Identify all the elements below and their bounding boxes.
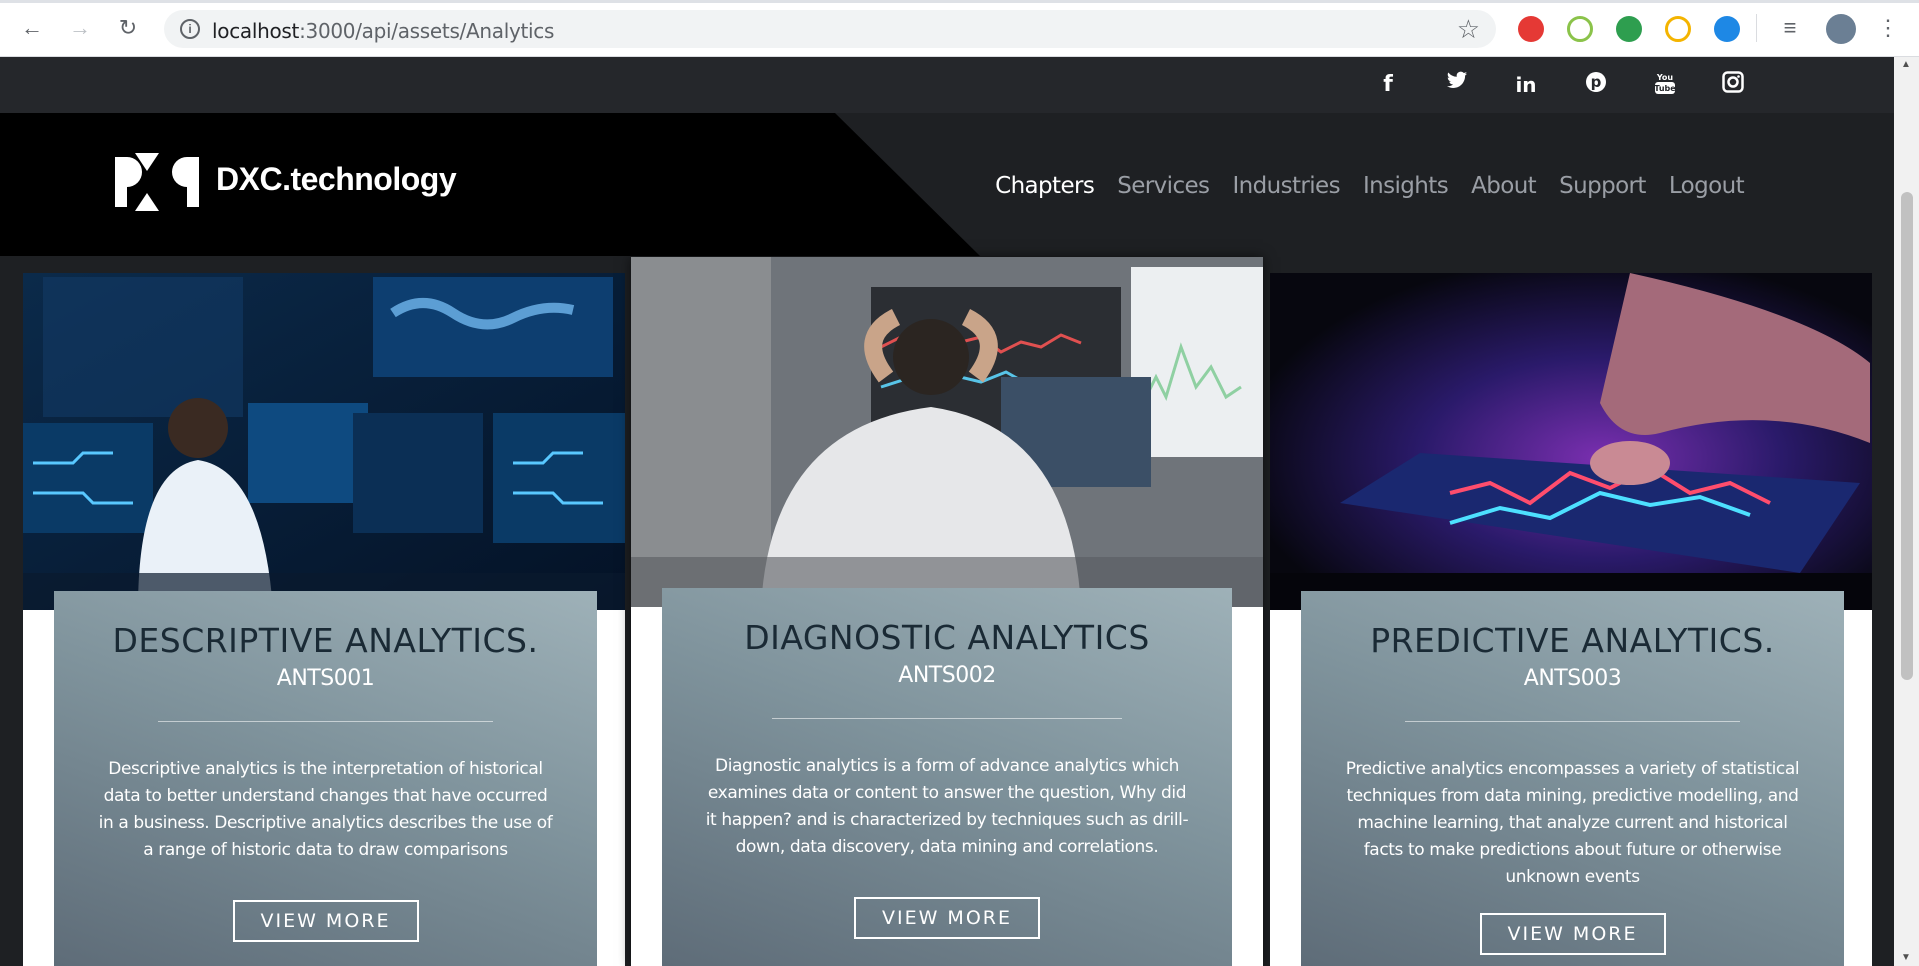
reload-icon[interactable]: ↻	[114, 14, 142, 42]
card-description: Descriptive analytics is the interpretat…	[98, 759, 553, 860]
dxc-logo-icon[interactable]	[115, 153, 199, 211]
media-controls-icon[interactable]: ≡	[1776, 14, 1804, 42]
card-image-control-room	[23, 273, 625, 610]
analytics-card-diagnostic[interactable]: DIAGNOSTIC ANALYTICS ANTS002 Diagnostic …	[631, 257, 1263, 966]
site-header: DXC.technology Chapters Services Industr…	[0, 113, 1894, 256]
card-panel: PREDICTIVE ANALYTICS. ANTS003 Predictive…	[1301, 591, 1844, 966]
card-title: DESCRIPTIVE ANALYTICS.	[112, 621, 539, 660]
card-image-touchscreen-chart	[1270, 273, 1872, 610]
card-description: Predictive analytics encompasses a varie…	[1345, 759, 1800, 887]
url-text[interactable]: localhost:3000/api/assets/Analytics	[212, 19, 554, 43]
page-viewport: f in p You Tube DXC.technology Chapters …	[0, 57, 1894, 966]
nav-item-logout[interactable]: Logout	[1669, 173, 1745, 199]
scroll-down-arrow-icon[interactable]: ▼	[1901, 952, 1911, 963]
svg-text:You: You	[1656, 73, 1674, 82]
url-path: :3000/api/assets/Analytics	[299, 19, 555, 43]
main-nav: Chapters Services Industries Insights Ab…	[995, 173, 1744, 199]
nav-item-insights[interactable]: Insights	[1363, 173, 1449, 199]
view-more-button[interactable]: VIEW MORE	[854, 897, 1040, 939]
profile-avatar[interactable]	[1826, 14, 1856, 44]
youtube-icon[interactable]: You Tube	[1651, 71, 1679, 99]
forward-arrow-icon[interactable]: →	[66, 14, 94, 42]
instagram-icon[interactable]	[1719, 71, 1747, 99]
adblock-extension-icon[interactable]	[1518, 16, 1544, 42]
page-scrollbar[interactable]: ▲ ▼	[1894, 57, 1919, 966]
address-bar[interactable]: i localhost:3000/api/assets/Analytics ☆	[164, 10, 1496, 48]
linkedin-icon[interactable]: in	[1512, 71, 1540, 99]
card-code: ANTS003	[1523, 666, 1622, 691]
view-more-button[interactable]: VIEW MORE	[1479, 913, 1666, 955]
card-code: ANTS001	[276, 666, 375, 691]
bookmark-star-icon[interactable]: ☆	[1457, 14, 1480, 45]
nav-item-chapters[interactable]: Chapters	[995, 173, 1095, 199]
card-description: Diagnostic analytics is a form of advanc…	[705, 756, 1189, 857]
tab-strip-edge	[0, 0, 1919, 3]
nav-item-services[interactable]: Services	[1117, 173, 1210, 199]
browser-toolbar: ← → ↻ i localhost:3000/api/assets/Analyt…	[0, 0, 1919, 57]
toolbar-separator	[1756, 14, 1757, 42]
card-divider	[1405, 721, 1740, 722]
nodejs-extension-icon[interactable]	[1567, 16, 1593, 42]
twitter-icon[interactable]	[1443, 71, 1471, 99]
card-panel: DESCRIPTIVE ANALYTICS. ANTS001 Descripti…	[54, 591, 597, 966]
pinterest-icon[interactable]: p	[1582, 71, 1610, 99]
sync-extension-icon[interactable]	[1714, 16, 1740, 42]
card-panel: DIAGNOSTIC ANALYTICS ANTS002 Diagnostic …	[662, 588, 1232, 966]
id-extension-icon[interactable]	[1616, 16, 1642, 42]
card-image-trader-desk	[631, 257, 1263, 607]
card-code: ANTS002	[898, 663, 996, 688]
card-divider	[772, 718, 1122, 719]
svg-text:p: p	[1591, 73, 1602, 91]
url-host: localhost	[212, 19, 300, 43]
social-bar: f in p You Tube	[0, 57, 1894, 113]
nav-item-industries[interactable]: Industries	[1232, 173, 1340, 199]
card-divider	[158, 721, 493, 722]
card-title: PREDICTIVE ANALYTICS.	[1370, 621, 1775, 660]
analytics-card-descriptive[interactable]: DESCRIPTIVE ANALYTICS. ANTS001 Descripti…	[23, 273, 625, 966]
back-arrow-icon[interactable]: ←	[18, 14, 46, 42]
scrollbar-thumb[interactable]	[1901, 192, 1913, 680]
card-title: DIAGNOSTIC ANALYTICS	[744, 618, 1150, 657]
view-more-button[interactable]: VIEW MORE	[232, 900, 419, 942]
site-info-icon[interactable]: i	[180, 19, 200, 39]
analytics-card-predictive[interactable]: PREDICTIVE ANALYTICS. ANTS003 Predictive…	[1270, 273, 1872, 966]
facebook-icon[interactable]: f	[1374, 71, 1402, 99]
nav-item-about[interactable]: About	[1471, 173, 1537, 199]
more-menu-icon[interactable]: ⋮	[1874, 14, 1902, 42]
nav-item-support[interactable]: Support	[1559, 173, 1646, 199]
react-extension-icon[interactable]	[1665, 16, 1691, 42]
brand-name[interactable]: DXC.technology	[216, 161, 457, 198]
scroll-up-arrow-icon[interactable]: ▲	[1901, 59, 1911, 70]
svg-text:Tube: Tube	[1654, 84, 1676, 93]
